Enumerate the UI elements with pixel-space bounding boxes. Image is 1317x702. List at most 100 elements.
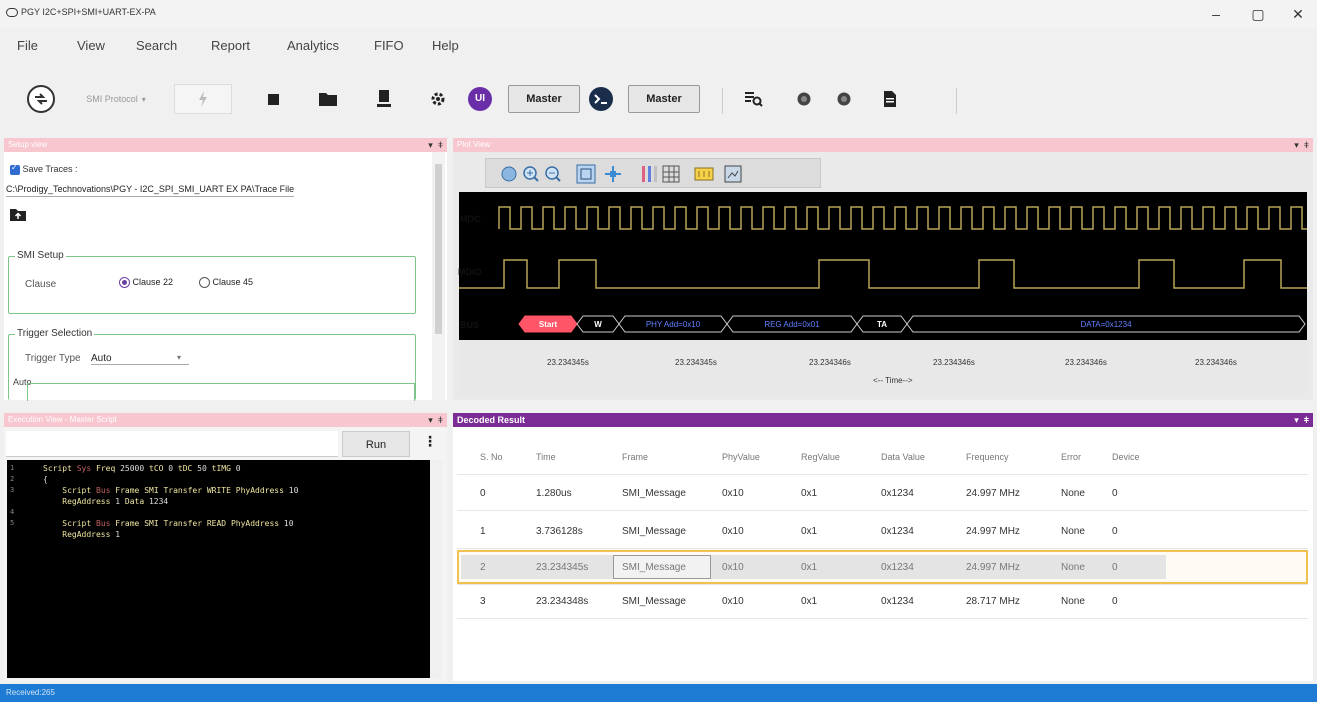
folder-icon xyxy=(319,93,337,106)
trigger-selection-group: Trigger Selection Trigger Type Auto ▾ Au… xyxy=(8,328,416,401)
signal-label-mdc: MDC xyxy=(460,214,481,224)
header-divider xyxy=(457,474,1308,475)
menu-search[interactable]: Search xyxy=(136,38,177,53)
cursor-markers-icon[interactable] xyxy=(640,165,658,183)
line-number: 2 xyxy=(10,475,15,483)
menu-view[interactable]: View xyxy=(77,38,105,53)
table-cell: 0x1 xyxy=(801,488,818,499)
row-divider xyxy=(457,510,1308,511)
table-cell: SMI_Message xyxy=(622,526,686,537)
fit-view-icon[interactable] xyxy=(604,165,622,183)
time-axis-label: <-- Time--> xyxy=(873,376,913,385)
bus-segment-label: Start xyxy=(539,320,558,329)
menu-report[interactable]: Report xyxy=(211,38,250,53)
search-trace-button[interactable] xyxy=(742,84,766,114)
browse-folder-button[interactable] xyxy=(10,208,26,224)
trigger-button[interactable] xyxy=(174,84,232,114)
menu-analytics[interactable]: Analytics xyxy=(287,38,339,53)
panel-controls[interactable]: ▾ ǂ xyxy=(428,138,443,152)
column-header[interactable]: Time xyxy=(536,452,556,462)
record-button-2[interactable] xyxy=(832,84,856,114)
menu-help[interactable]: Help xyxy=(432,38,459,53)
stop-icon xyxy=(267,93,279,105)
window-title: PGY I2C+SPI+SMI+UART-EX-PA xyxy=(6,7,156,18)
column-header[interactable]: Frame xyxy=(622,452,648,462)
column-header[interactable]: S. No xyxy=(480,452,503,462)
clause45-radio[interactable]: Clause 45 xyxy=(199,277,254,289)
select-region-icon[interactable] xyxy=(576,164,596,184)
status-text: Received:265 xyxy=(6,688,55,697)
device-icon xyxy=(377,90,391,107)
column-header[interactable]: Error xyxy=(1061,452,1081,462)
grid-icon[interactable] xyxy=(662,165,680,183)
setup-scrollbar[interactable] xyxy=(432,152,445,400)
report-button[interactable] xyxy=(878,84,902,114)
table-cell: 1 xyxy=(480,526,486,537)
table-cell: 0x1234 xyxy=(881,596,914,607)
panel-controls[interactable]: ▾ ǂ xyxy=(1294,413,1309,427)
trigger-type-select[interactable]: Auto ▾ xyxy=(91,353,189,365)
export-image-icon[interactable] xyxy=(724,165,742,183)
master-button-2[interactable]: Master xyxy=(628,84,700,114)
line-number: 4 xyxy=(10,508,15,516)
toolbar-separator xyxy=(956,88,957,114)
auto-group xyxy=(27,383,415,401)
column-header[interactable]: RegValue xyxy=(801,452,840,462)
table-cell: 0 xyxy=(1112,596,1118,607)
table-cell: 0x1 xyxy=(801,562,818,573)
row-divider xyxy=(457,548,1308,549)
more-options-button[interactable]: ⋮ xyxy=(422,433,438,455)
table-cell: 2 xyxy=(480,562,486,573)
trigger-type-value: Auto xyxy=(91,353,112,364)
document-icon xyxy=(884,91,896,107)
panel-controls[interactable]: ▾ ǂ xyxy=(1294,138,1309,152)
run-button[interactable]: Run xyxy=(342,431,410,457)
table-cell: None xyxy=(1061,596,1085,607)
line-number: 5 xyxy=(10,519,15,527)
measure-icon[interactable] xyxy=(694,165,714,183)
zoom-in-icon[interactable] xyxy=(522,165,540,183)
column-header[interactable]: Frequency xyxy=(966,452,1009,462)
code-line: RegAddress 1 Data 1234 xyxy=(62,497,169,506)
device-button[interactable] xyxy=(372,84,396,114)
time-tick-label: 23.234345s xyxy=(675,358,717,367)
trace-path-field[interactable]: C:\Prodigy_Technovations\PGY - I2C_SPI_S… xyxy=(6,184,295,197)
script-editor[interactable]: 1 Script Sys Freq 25000 tCO 0 tDC 50 tIMG… xyxy=(7,460,442,678)
zoom-out-icon[interactable] xyxy=(544,165,562,183)
master-button-1[interactable]: Master xyxy=(508,84,580,114)
script-input[interactable] xyxy=(6,431,338,457)
maximize-button[interactable]: ▢ xyxy=(1238,2,1278,26)
table-cell: 0x10 xyxy=(722,596,744,607)
ui-button[interactable]: UI xyxy=(466,84,494,114)
panel-controls[interactable]: ▾ ǂ xyxy=(428,413,443,427)
close-button[interactable]: ✕ xyxy=(1278,2,1317,26)
menu-fifo[interactable]: FIFO xyxy=(374,38,404,53)
editor-scrollbar[interactable] xyxy=(430,460,442,678)
setup-view-header: Setup view ▾ ǂ xyxy=(4,138,447,152)
open-folder-button[interactable] xyxy=(316,84,340,114)
scrollbar-thumb[interactable] xyxy=(435,164,442,334)
master-button-2-label: Master xyxy=(628,85,700,113)
settings-button[interactable] xyxy=(426,84,450,114)
table-cell: SMI_Message xyxy=(622,488,686,499)
connect-button[interactable] xyxy=(24,84,58,114)
clause22-radio[interactable]: Clause 22 xyxy=(119,277,173,289)
protocol-select[interactable]: SMI Protocol ▾ xyxy=(64,84,168,114)
table-cell: 0x1234 xyxy=(881,562,914,573)
menu-file[interactable]: File xyxy=(17,38,38,53)
save-traces-checkbox[interactable]: Save Traces : xyxy=(10,163,78,175)
clause45-label: Clause 45 xyxy=(212,277,254,287)
column-header[interactable]: PhyValue xyxy=(722,452,760,462)
terminal-button[interactable] xyxy=(586,84,616,114)
time-tick-label: 23.234346s xyxy=(933,358,975,367)
column-header[interactable]: Data Value xyxy=(881,452,925,462)
window-title-text: PGY I2C+SPI+SMI+UART-EX-PA xyxy=(21,7,156,17)
zoom-reset-icon[interactable] xyxy=(500,165,518,183)
stop-button[interactable] xyxy=(262,84,284,114)
record-button-1[interactable] xyxy=(792,84,816,114)
minimize-button[interactable]: – xyxy=(1196,2,1236,26)
column-header[interactable]: Device xyxy=(1112,452,1140,462)
table-cell: 0 xyxy=(1112,488,1118,499)
line-number: 3 xyxy=(10,486,15,494)
code-line: Script Sys Freq 25000 tCO 0 tDC 50 tIMG … xyxy=(43,464,241,473)
